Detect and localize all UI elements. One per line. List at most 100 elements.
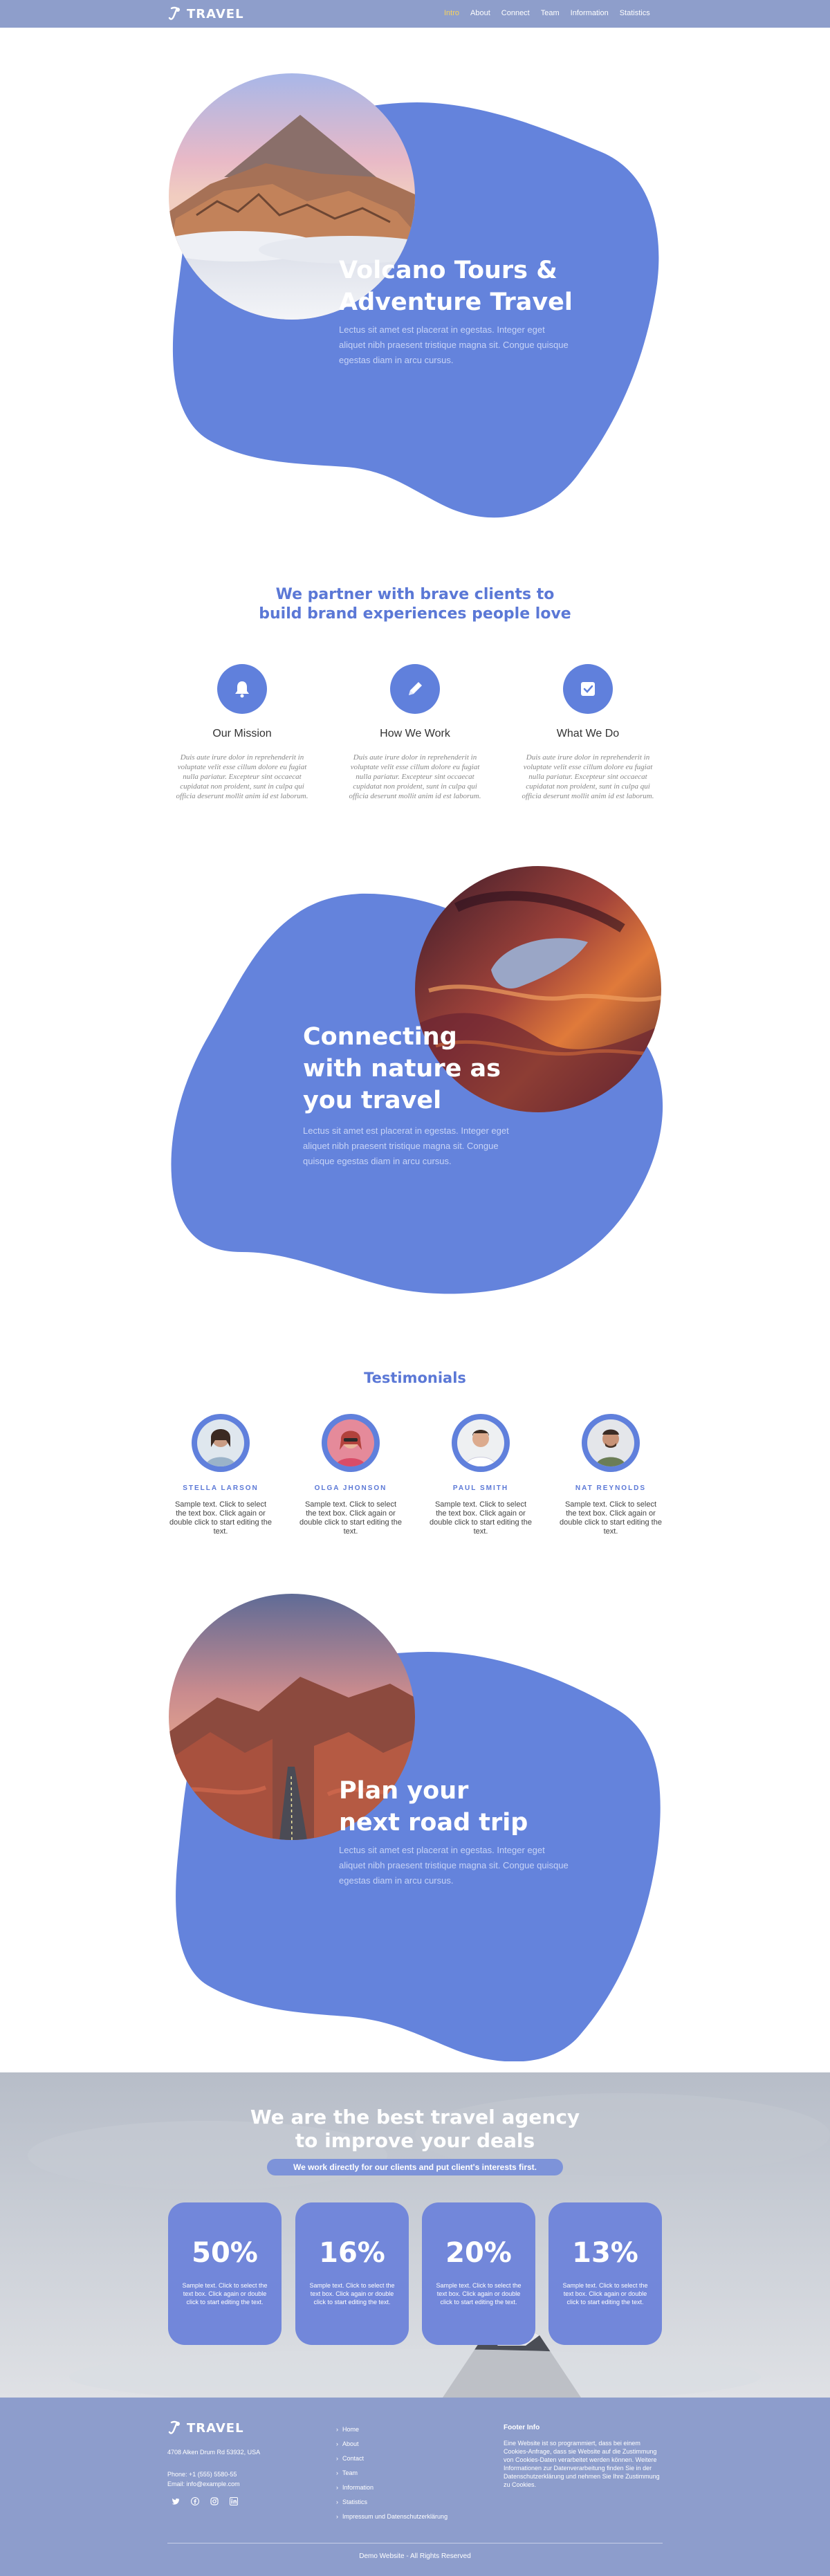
footer-copyright: Demo Website - All Rights Reserved (359, 2552, 471, 2560)
partner-title-line-2: build brand experiences people love (259, 605, 571, 623)
avatar (192, 1414, 250, 1472)
avatar (322, 1414, 380, 1472)
roadtrip-title-line-1: Plan your (339, 1777, 469, 1805)
hero-title: Volcano Tours & Adventure Travel (339, 255, 573, 318)
feature-text: Duis aute irure dolor in reprehenderit i… (176, 753, 308, 800)
avatar (582, 1414, 640, 1472)
facebook-icon[interactable] (190, 2496, 201, 2507)
nature-title-line-1: Connecting (303, 1023, 457, 1051)
partner-title-line-1: We partner with brave clients to (275, 586, 555, 603)
stat-value: 20% (445, 2237, 512, 2269)
footer-info-title: Footer Info (504, 2424, 540, 2431)
roadtrip-text-line-2: aliquet nibh praesent tristique magna si… (339, 1860, 569, 1870)
footer-link-information[interactable]: Information (336, 2481, 448, 2495)
linkedin-icon[interactable] (228, 2496, 239, 2507)
nature-text-line-3: quisque egestas diam in arcu cursus. (303, 1156, 452, 1166)
feature-text: Duis aute irure dolor in reprehenderit i… (522, 753, 654, 800)
hero-text: Lectus sit amet est placerat in egestas.… (339, 322, 569, 368)
nav-link-about[interactable]: About (470, 9, 490, 17)
footer-address: 4708 Alken Drum Rd 53932, USA (167, 2449, 261, 2456)
feature-title: How We Work (380, 728, 450, 739)
hero-title-line-2: Adventure Travel (339, 288, 573, 316)
testimonials-title: Testimonials (364, 1370, 466, 1386)
roadtrip-text-line-1: Lectus sit amet est placerat in egestas.… (339, 1845, 545, 1855)
logo[interactable]: TRAVEL (167, 6, 244, 22)
stat-value: 50% (192, 2237, 258, 2269)
nav-link-information[interactable]: Information (571, 9, 609, 17)
footer-link-impressum[interactable]: Impressum und Datenschutzerklärung (336, 2510, 448, 2524)
testimonial-card: NAT REYNOLDS Sample text. Click to selec… (559, 1414, 663, 1536)
footer-link-home[interactable]: Home (336, 2422, 448, 2437)
footer-logo-text: TRAVEL (187, 2420, 244, 2436)
feature-our-mission: Our Mission Duis aute irure dolor in rep… (173, 664, 311, 801)
nature-text-line-2: aliquet nibh praesent tristique magna si… (303, 1141, 499, 1151)
stats-subtitle-pill: We work directly for our clients and put… (267, 2159, 563, 2175)
feature-text: Duis aute irure dolor in reprehenderit i… (349, 753, 481, 800)
site-footer: TRAVEL 4708 Alken Drum Rd 53932, USA Pho… (0, 2398, 830, 2576)
footer-info-text: Eine Website ist so programmiert, dass b… (504, 2440, 660, 2488)
footer-link-team[interactable]: Team (336, 2466, 448, 2481)
testimonial-text: Sample text. Click to select the text bo… (430, 1500, 532, 1536)
testimonial-card: OLGA JHONSON Sample text. Click to selec… (299, 1414, 403, 1536)
nav-link-intro[interactable]: Intro (444, 9, 459, 17)
nature-title-line-3: you travel (303, 1087, 442, 1114)
testimonial-text: Sample text. Click to select the text bo… (299, 1500, 402, 1536)
traveler-logo-icon (168, 2420, 180, 2434)
stat-card: 50% Sample text. Click to select the tex… (168, 2202, 282, 2345)
nature-title: Connecting with nature as you travel (303, 1021, 501, 1116)
feature-what-we-do: What We Do Duis aute irure dolor in repr… (519, 664, 657, 801)
bell-icon (217, 664, 267, 714)
stat-card: 20% Sample text. Click to select the tex… (422, 2202, 535, 2345)
roadtrip-title: Plan your next road trip (339, 1775, 528, 1839)
site-header: TRAVEL Intro About Connect Team Informat… (0, 0, 830, 28)
footer-link-about[interactable]: About (336, 2437, 448, 2451)
stat-card: 13% Sample text. Click to select the tex… (548, 2202, 662, 2345)
testimonial-text: Sample text. Click to select the text bo… (560, 1500, 662, 1536)
partner-title: We partner with brave clients to build b… (208, 585, 622, 624)
footer-link-statistics[interactable]: Statistics (336, 2495, 448, 2510)
hero-text-line-1: Lectus sit amet est placerat in egestas.… (339, 324, 545, 335)
stats-title: We are the best travel agency to improve… (208, 2106, 622, 2153)
footer-email[interactable]: Email: info@example.com (167, 2481, 240, 2487)
roadtrip-text: Lectus sit amet est placerat in egestas.… (339, 1843, 569, 1888)
footer-link-contact[interactable]: Contact (336, 2451, 448, 2466)
instagram-icon[interactable] (209, 2496, 220, 2507)
feature-how-we-work: How We Work Duis aute irure dolor in rep… (346, 664, 484, 801)
testimonial-name: STELLA LARSON (183, 1484, 259, 1492)
stat-text: Sample text. Click to select the text bo… (562, 2282, 648, 2306)
feature-title: Our Mission (212, 728, 272, 739)
testimonial-name: OLGA JHONSON (314, 1484, 387, 1492)
testimonial-card: STELLA LARSON Sample text. Click to sele… (169, 1414, 273, 1536)
footer-links: Home About Contact Team Information Stat… (336, 2422, 448, 2524)
traveler-logo-icon (168, 6, 180, 20)
stat-text: Sample text. Click to select the text bo… (182, 2282, 268, 2306)
footer-logo[interactable]: TRAVEL (167, 2420, 244, 2436)
twitter-icon[interactable] (170, 2496, 181, 2507)
testimonial-name: NAT REYNOLDS (575, 1484, 647, 1492)
hero-title-line-1: Volcano Tours & (339, 257, 557, 284)
stat-text: Sample text. Click to select the text bo… (436, 2282, 522, 2306)
roadtrip-text-line-3: egestas diam in arcu cursus. (339, 1875, 454, 1886)
hero-text-line-2: aliquet nibh praesent tristique magna si… (339, 340, 569, 350)
stat-card: 16% Sample text. Click to select the tex… (295, 2202, 409, 2345)
hero-text-line-3: egestas diam in arcu cursus. (339, 355, 454, 365)
stats-title-line-2: to improve your deals (295, 2129, 535, 2152)
main-nav: Intro About Connect Team Information Sta… (444, 9, 661, 17)
footer-phone: Phone: +1 (555) 5580-55 (167, 2471, 237, 2478)
testimonial-text: Sample text. Click to select the text bo… (169, 1500, 272, 1536)
testimonial-name: PAUL SMITH (452, 1484, 509, 1492)
nature-text: Lectus sit amet est placerat in egestas.… (303, 1123, 509, 1169)
social-links (170, 2496, 239, 2507)
avatar (452, 1414, 510, 1472)
page: TRAVEL Intro About Connect Team Informat… (0, 0, 830, 2576)
nav-link-statistics[interactable]: Statistics (620, 9, 650, 17)
checkbox-icon (563, 664, 613, 714)
feature-title: What We Do (556, 728, 620, 739)
roadtrip-title-line-2: next road trip (339, 1809, 528, 1837)
testimonial-card: PAUL SMITH Sample text. Click to select … (429, 1414, 533, 1536)
nav-link-team[interactable]: Team (541, 9, 560, 17)
stat-text: Sample text. Click to select the text bo… (309, 2282, 395, 2306)
logo-text: TRAVEL (187, 6, 244, 21)
nav-link-connect[interactable]: Connect (501, 9, 530, 17)
nature-title-line-2: with nature as (303, 1055, 501, 1083)
